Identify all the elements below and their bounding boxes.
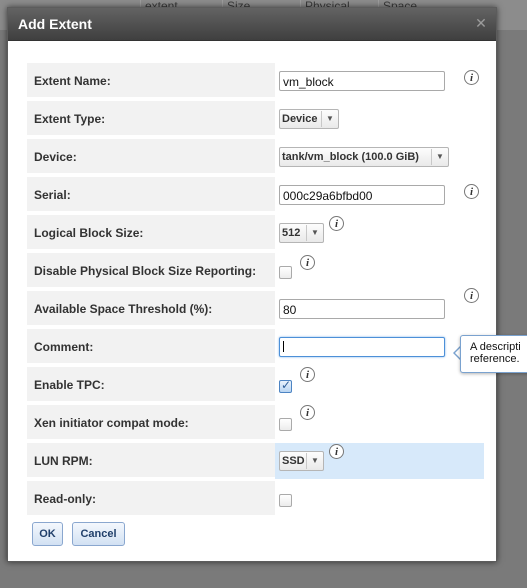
extent-type-value: Device (282, 113, 318, 125)
form-row-read-only: Read-only: (27, 481, 487, 519)
chevron-down-icon: ▼ (321, 111, 338, 127)
form-row-available-space-threshold: Available Space Threshold (%): 80 i (27, 288, 487, 329)
info-icon[interactable]: i (464, 288, 479, 303)
chevron-down-icon: ▼ (431, 149, 448, 165)
tooltip-line: A descripti (470, 341, 521, 353)
form-row-enable-tpc: Enable TPC: ✓ i (27, 367, 487, 405)
lun-rpm-label: LUN RPM: (27, 443, 275, 479)
read-only-label: Read-only: (27, 481, 275, 517)
form-row-extent-name: Extent Name: vm_block i (27, 63, 487, 101)
form-row-disable-physical-block: Disable Physical Block Size Reporting: i (27, 253, 487, 291)
cancel-button[interactable]: Cancel (72, 522, 125, 546)
extent-name-input[interactable]: vm_block (279, 71, 445, 91)
read-only-checkbox[interactable] (279, 494, 292, 507)
form-row-serial: Serial: 000c29a6bfbd00 i (27, 177, 487, 215)
form-row-device: Device: tank/vm_block (100.0 GiB) ▼ (27, 139, 487, 177)
lun-rpm-select[interactable]: SSD ▼ (279, 451, 324, 471)
extent-type-label: Extent Type: (27, 101, 275, 137)
enable-tpc-label: Enable TPC: (27, 367, 275, 403)
device-select[interactable]: tank/vm_block (100.0 GiB) ▼ (279, 147, 449, 167)
device-value: tank/vm_block (100.0 GiB) (282, 151, 419, 163)
logical-block-size-label: Logical Block Size: (27, 215, 275, 251)
extent-form: Extent Name: vm_block i Extent Type: Dev… (27, 63, 487, 519)
form-row-comment: Comment: (27, 329, 487, 367)
available-space-threshold-label: Available Space Threshold (%): (27, 291, 275, 327)
ok-button[interactable]: OK (32, 522, 63, 546)
form-row-lun-rpm: LUN RPM: SSD ▼ i (27, 443, 487, 481)
disable-physical-block-checkbox[interactable] (279, 266, 292, 279)
info-icon[interactable]: i (300, 367, 315, 382)
available-space-threshold-input[interactable]: 80 (279, 299, 445, 319)
info-icon[interactable]: i (464, 184, 479, 199)
comment-label: Comment: (27, 329, 275, 365)
logical-block-size-select[interactable]: 512 ▼ (279, 223, 324, 243)
form-row-xen-compat: Xen initiator compat mode: i (27, 405, 487, 443)
serial-label: Serial: (27, 177, 275, 213)
dialog-titlebar[interactable]: Add Extent ✕ (8, 8, 496, 41)
check-icon: ✓ (281, 378, 292, 392)
text-caret (283, 341, 284, 352)
xen-compat-label: Xen initiator compat mode: (27, 405, 275, 441)
chevron-down-icon: ▼ (306, 225, 323, 241)
comment-tooltip: A descripti reference. (460, 335, 527, 373)
device-label: Device: (27, 139, 275, 175)
info-icon[interactable]: i (300, 405, 315, 420)
chevron-down-icon: ▼ (306, 453, 323, 469)
enable-tpc-checkbox[interactable]: ✓ (279, 378, 292, 393)
lun-rpm-value: SSD (282, 455, 305, 467)
close-icon[interactable]: ✕ (474, 16, 488, 30)
dialog-title: Add Extent (18, 16, 92, 32)
serial-input[interactable]: 000c29a6bfbd00 (279, 185, 445, 205)
form-row-logical-block-size: Logical Block Size: 512 ▼ i (27, 215, 487, 253)
extent-type-select[interactable]: Device ▼ (279, 109, 339, 129)
info-icon[interactable]: i (300, 255, 315, 270)
info-icon[interactable]: i (329, 216, 344, 231)
comment-input[interactable] (279, 337, 445, 357)
info-icon[interactable]: i (464, 70, 479, 85)
form-row-extent-type: Extent Type: Device ▼ (27, 101, 487, 139)
tooltip-line: reference. (470, 353, 520, 365)
xen-compat-checkbox[interactable] (279, 418, 292, 431)
extent-name-label: Extent Name: (27, 63, 275, 99)
info-icon[interactable]: i (329, 444, 344, 459)
logical-block-size-value: 512 (282, 227, 301, 239)
disable-physical-block-label: Disable Physical Block Size Reporting: (27, 253, 275, 289)
